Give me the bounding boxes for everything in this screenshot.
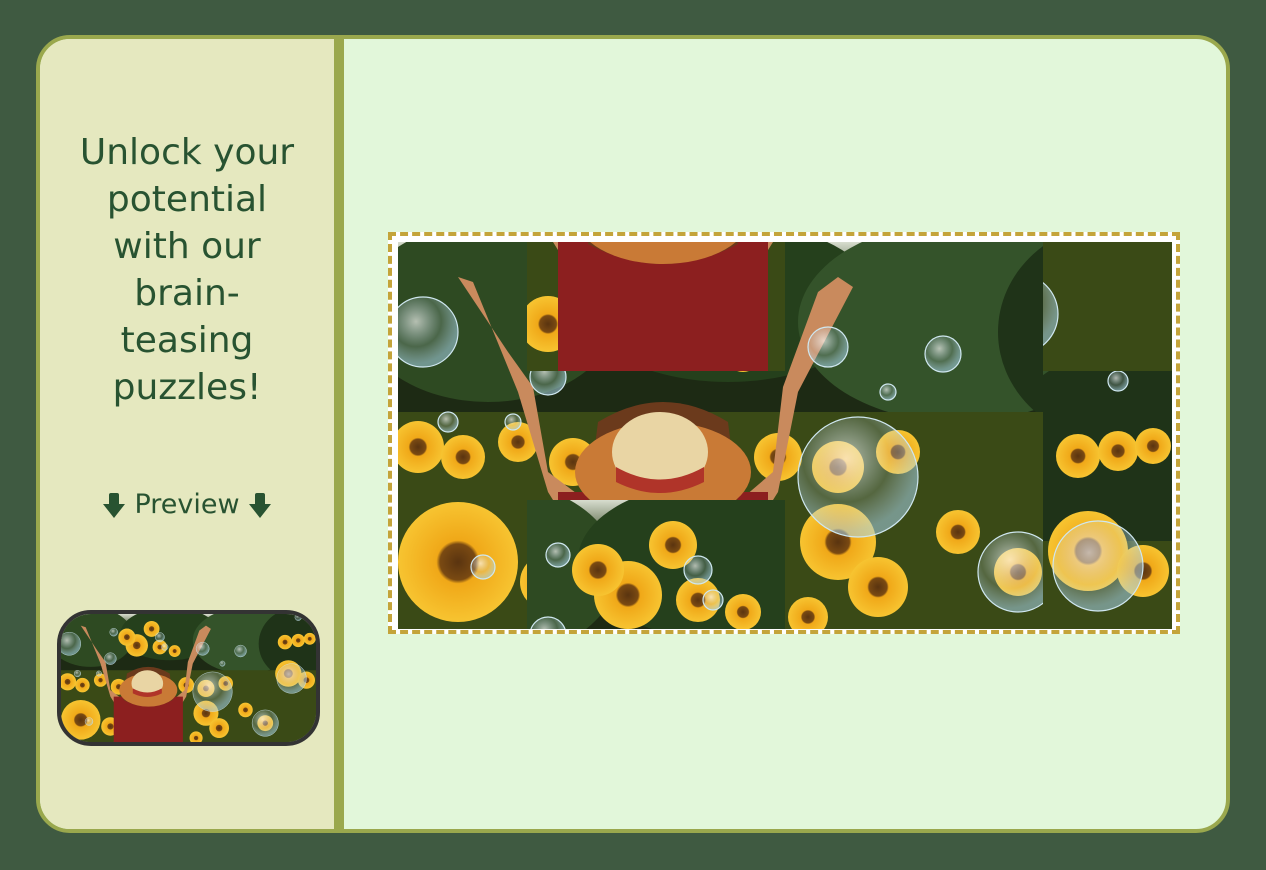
puzzle-tile[interactable]: [785, 371, 914, 500]
puzzle-grid: [398, 242, 1172, 629]
puzzle-tile[interactable]: [656, 242, 785, 371]
puzzle-tile[interactable]: [1043, 500, 1172, 629]
puzzle-tile[interactable]: [914, 500, 1043, 629]
puzzle-board: [388, 232, 1180, 634]
puzzle-tile[interactable]: [785, 500, 914, 629]
puzzle-tile[interactable]: [398, 500, 527, 629]
preview-label-row: Preview: [40, 489, 334, 520]
puzzle-tile[interactable]: [656, 500, 785, 629]
down-arrow-icon: [102, 491, 126, 519]
sidebar: Unlock your potential with our brain- te…: [40, 39, 344, 829]
puzzle-tile[interactable]: [398, 242, 527, 371]
puzzle-tile[interactable]: [527, 500, 656, 629]
puzzle-tile[interactable]: [785, 242, 914, 371]
puzzle-tile[interactable]: [527, 242, 656, 371]
puzzle-tile[interactable]: [914, 242, 1043, 371]
puzzle-tile[interactable]: [398, 371, 527, 500]
preview-image: [57, 610, 320, 746]
headline: Unlock your potential with our brain- te…: [79, 132, 295, 408]
game-window: Unlock your potential with our brain- te…: [36, 35, 1230, 833]
puzzle-tile[interactable]: [527, 371, 656, 500]
puzzle-tile[interactable]: [656, 371, 785, 500]
down-arrow-icon: [248, 491, 272, 519]
puzzle-tile[interactable]: [914, 371, 1043, 500]
puzzle-tile[interactable]: [1043, 371, 1172, 500]
preview-label: Preview: [134, 489, 240, 520]
puzzle-area: [344, 39, 1226, 829]
puzzle-tile[interactable]: [1043, 242, 1172, 371]
